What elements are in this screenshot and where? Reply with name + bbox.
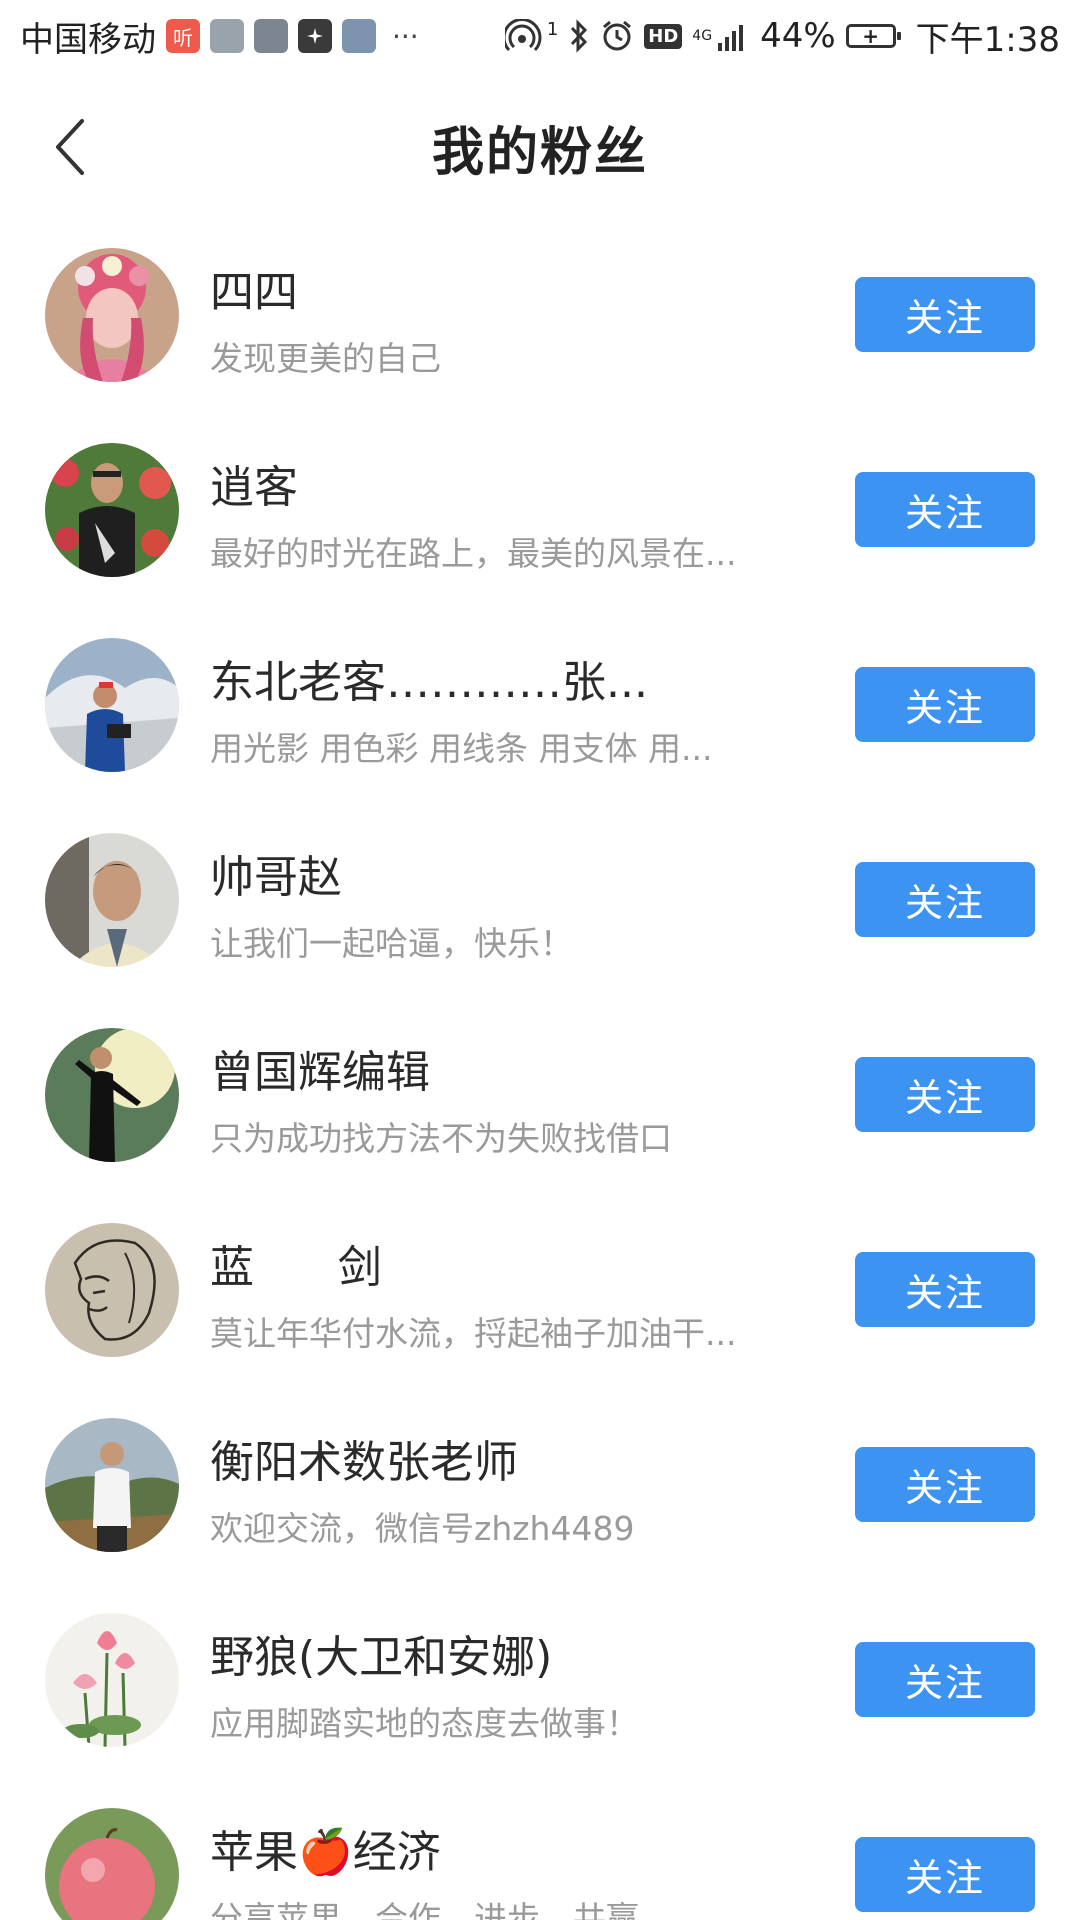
follow-button[interactable]: 关注 [855,1837,1035,1912]
avatar[interactable] [45,248,179,382]
fan-name[interactable]: 野狼(大卫和安娜) [210,1621,552,1685]
fan-row[interactable]: 野狼(大卫和安娜) 应用脚踏实地的态度去做事！ 关注 [0,1587,1080,1782]
avatar[interactable] [45,1613,179,1747]
hd-badge: HD [644,23,683,49]
follow-button[interactable]: 关注 [855,1252,1035,1327]
follow-button[interactable]: 关注 [855,1642,1035,1717]
fan-name[interactable]: 蓝 剑 [210,1231,382,1295]
screen: 中国移动 听 ··· 1 HD 4G 44% + 下午1:38 我的粉丝 四四 … [0,0,1080,1920]
back-button[interactable] [40,112,100,182]
fan-name[interactable]: 逍客 [210,451,298,515]
follow-button[interactable]: 关注 [855,277,1035,352]
fan-name[interactable]: 曾国辉编辑 [210,1036,430,1100]
fan-bio: 用光影 用色彩 用线条 用支体 用... [210,729,713,768]
fan-bio: 应用脚踏实地的态度去做事！ [210,1704,639,1743]
fan-row[interactable]: 四四 发现更美的自己 关注 [0,222,1080,417]
alarm-icon [600,19,634,53]
follow-button[interactable]: 关注 [855,1447,1035,1522]
hotspot-icon [504,19,545,53]
more-notifications-icon: ··· [392,19,419,53]
fan-name[interactable]: 衡阳术数张老师 [210,1426,518,1490]
clock: 下午1:38 [915,19,1060,60]
avatar[interactable] [45,1028,179,1162]
fan-row[interactable]: 曾国辉编辑 只为成功找方法不为失败找借口 关注 [0,1002,1080,1197]
follow-button[interactable]: 关注 [855,1057,1035,1132]
avatar[interactable] [45,1808,179,1920]
fan-bio: 只为成功找方法不为失败找借口 [210,1119,672,1158]
fan-row[interactable]: 逍客 最好的时光在路上，最美的风景在... 关注 [0,417,1080,612]
fans-list: 四四 发现更美的自己 关注 逍客 最好的时光在路上，最美的风景在... 关注 东… [0,222,1080,1920]
signal-icon [716,21,750,51]
avatar[interactable] [45,1223,179,1357]
fan-row[interactable]: 东北老客…………张... 用光影 用色彩 用线条 用支体 用... 关注 [0,612,1080,807]
fan-name[interactable]: 苹果🍎经济 [210,1816,441,1880]
avatar[interactable] [45,443,179,577]
fan-bio: 最好的时光在路上，最美的风景在... [210,534,737,573]
fan-bio: 发现更美的自己 [210,339,441,378]
fan-name[interactable]: 东北老客…………张... [210,646,648,710]
notification-app-icon [210,19,244,53]
network-type-label: 4G [692,28,713,44]
notification-app-icon [254,19,288,53]
fan-row[interactable]: 帅哥赵 让我们一起哈逼，快乐！ 关注 [0,807,1080,1002]
follow-button[interactable]: 关注 [855,472,1035,547]
chevron-left-icon [56,119,84,175]
avatar[interactable] [45,1418,179,1552]
status-bar-right: 1 HD 4G 44% + 下午1:38 [504,12,1060,61]
fan-name[interactable]: 帅哥赵 [210,841,342,905]
status-bar: 中国移动 听 ··· 1 HD 4G 44% + 下午1:38 [0,0,1080,72]
huawei-app-icon [298,19,332,53]
notification-app-icon [342,19,376,53]
avatar[interactable] [45,833,179,967]
hotspot-badge: 1 [546,18,559,40]
battery-icon: + [845,24,901,48]
fan-name[interactable]: 四四 [210,256,298,320]
fan-bio: 让我们一起哈逼，快乐！ [210,924,573,963]
follow-button[interactable]: 关注 [855,862,1035,937]
page-title: 我的粉丝 [431,122,648,183]
fan-bio: 欢迎交流，微信号zhzh4489 [210,1509,635,1548]
avatar[interactable] [45,638,179,772]
bluetooth-icon [568,19,590,53]
fan-row[interactable]: 衡阳术数张老师 欢迎交流，微信号zhzh4489 关注 [0,1392,1080,1587]
battery-percent: 44% [760,16,836,56]
header: 我的粉丝 [0,72,1080,222]
follow-button[interactable]: 关注 [855,667,1035,742]
status-bar-left: 中国移动 听 ··· [20,12,419,61]
carrier-label: 中国移动 [20,19,156,60]
fan-row[interactable]: 蓝 剑 莫让年华付水流，捋起袖子加油干... 关注 [0,1197,1080,1392]
fan-bio: 莫让年华付水流，捋起袖子加油干... [210,1314,737,1353]
fan-bio: 分享苹果、合作、进步、共赢 [210,1899,639,1920]
fan-row[interactable]: 苹果🍎经济 分享苹果、合作、进步、共赢 关注 [0,1782,1080,1920]
ting-app-icon: 听 [166,19,200,53]
